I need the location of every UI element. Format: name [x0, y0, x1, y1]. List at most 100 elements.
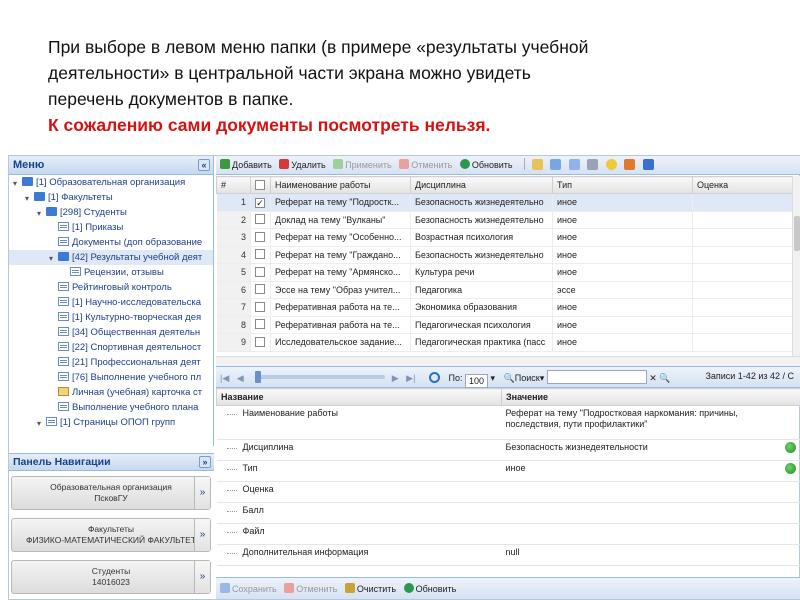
menu-tree-item[interactable]: [1] Научно-исследовательска: [9, 295, 213, 310]
grid-column-header[interactable]: Тип: [552, 176, 693, 194]
page-size-input[interactable]: 100: [464, 374, 488, 388]
select-all-checkbox[interactable]: [255, 179, 265, 190]
nav-arrow-icon[interactable]: »: [194, 519, 210, 551]
menu-tree-item[interactable]: ▾ [1] Образовательная организация: [9, 175, 213, 190]
next-page-icon[interactable]: ▶: [392, 373, 399, 384]
property-row[interactable]: Тип иное: [216, 460, 800, 482]
grid-vertical-scrollbar[interactable]: [792, 176, 800, 356]
grid-column-header[interactable]: Оценка: [692, 176, 793, 194]
apply-button[interactable]: Применить: [333, 159, 392, 170]
expand-toggle-icon[interactable]: [49, 297, 57, 306]
clear-button[interactable]: Очистить: [344, 583, 396, 594]
row-checkbox[interactable]: [255, 214, 265, 225]
menu-tree-item[interactable]: ▾ [1] Страницы ОПОП групп: [9, 415, 213, 430]
table-row[interactable]: 4 Реферат на тему "Граждано... Безопасност…: [216, 246, 793, 264]
last-page-icon[interactable]: ▶|: [406, 373, 415, 384]
expand-toggle-icon[interactable]: ▾: [37, 206, 45, 218]
expand-toggle-icon[interactable]: ▾: [49, 251, 57, 263]
bottom-cancel-button[interactable]: Отменить: [284, 583, 337, 594]
menu-tree-item[interactable]: Личная (учебная) карточка ст: [9, 385, 213, 400]
nav-arrow-icon[interactable]: »: [194, 561, 210, 593]
property-value[interactable]: иное: [501, 460, 781, 482]
lightbulb-icon[interactable]: [605, 159, 617, 170]
menu-tree-item[interactable]: ▾ [1] Факультеты: [9, 190, 213, 205]
save-button[interactable]: Сохранить: [220, 583, 277, 594]
grid-column-header[interactable]: Дисциплина: [410, 176, 553, 194]
menu-tree-item[interactable]: Выполнение учебного плана: [9, 400, 213, 415]
expand-toggle-icon[interactable]: [49, 237, 57, 246]
menu-tree-item[interactable]: Документы (доп образование: [9, 235, 213, 250]
menu-tree-item[interactable]: Рейтинговый контроль: [9, 280, 213, 295]
props-value-header[interactable]: Значение: [501, 388, 800, 406]
property-row[interactable]: Оценка: [216, 481, 800, 503]
grid-column-header[interactable]: Наименование работы: [270, 176, 411, 194]
expand-toggle-icon[interactable]: [61, 267, 69, 276]
nav-button[interactable]: Факультеты ФИЗИКО-МАТЕМАТИЧЕСКИЙ ФАКУЛЬТЕ…: [11, 518, 211, 552]
folder-open-icon[interactable]: [531, 159, 543, 170]
row-checkbox[interactable]: ✓: [255, 197, 265, 208]
expand-toggle-icon[interactable]: ▾: [13, 176, 21, 188]
property-value[interactable]: [501, 481, 781, 503]
tag-icon[interactable]: [624, 159, 636, 170]
property-row[interactable]: Дисциплина Безопасность жизнедеятельности: [216, 439, 800, 461]
table-row[interactable]: 3 Реферат на тему "Особенно... Возрастная …: [216, 228, 793, 247]
menu-tree-item[interactable]: ▾ [42] Результаты учебной деят: [9, 250, 213, 265]
page-size-dropdown-icon[interactable]: ▾: [491, 373, 496, 383]
edit-action-icon[interactable]: [785, 442, 796, 453]
property-value[interactable]: [501, 502, 781, 524]
grid-horizontal-scrollbar[interactable]: [216, 356, 800, 366]
chart-icon[interactable]: [642, 159, 654, 170]
table-row[interactable]: 9 Исследовательское задание... Педагогичес…: [216, 333, 793, 352]
search-clear-icon[interactable]: ✕: [649, 373, 657, 383]
cancel-button[interactable]: Отменить: [399, 159, 452, 170]
table-row[interactable]: 1 ✓ Реферат на тему "Подростк... Безопаснос…: [216, 193, 793, 212]
collapse-icon[interactable]: «: [198, 159, 210, 171]
expand-toggle-icon[interactable]: ▾: [25, 191, 33, 203]
add-button[interactable]: Добавить: [220, 159, 272, 170]
expand-toggle-icon[interactable]: [49, 312, 57, 321]
table-row[interactable]: 7 Реферативная работа на те... Экономика о…: [216, 298, 793, 317]
menu-tree-item[interactable]: [1] Приказы: [9, 220, 213, 235]
nav-arrow-icon[interactable]: »: [194, 477, 210, 509]
expand-toggle-icon[interactable]: [49, 282, 57, 291]
edit-icon[interactable]: [550, 159, 562, 170]
bottom-refresh-button[interactable]: Обновить: [403, 583, 456, 594]
search-input[interactable]: [546, 370, 647, 384]
page-slider[interactable]: [255, 371, 386, 383]
print-icon[interactable]: [587, 159, 599, 170]
delete-button[interactable]: Удалить: [279, 159, 326, 170]
expand-toggle-icon[interactable]: [49, 372, 57, 381]
expand-toggle-icon[interactable]: ▾: [37, 416, 45, 428]
edit-action-icon[interactable]: [785, 463, 796, 474]
expand-toggle-icon[interactable]: [49, 327, 57, 336]
expand-icon[interactable]: »: [199, 456, 211, 468]
expand-toggle-icon[interactable]: [49, 357, 57, 366]
expand-toggle-icon[interactable]: [49, 342, 57, 351]
menu-tree-item[interactable]: [34] Общественная деятельн: [9, 325, 213, 340]
row-checkbox[interactable]: [255, 231, 265, 242]
search-button[interactable]: 🔍Поиск▾: [504, 373, 545, 383]
row-checkbox[interactable]: [255, 301, 265, 312]
row-checkbox[interactable]: [255, 284, 265, 295]
property-value[interactable]: [501, 523, 781, 545]
search-go-icon[interactable]: 🔍: [659, 373, 670, 383]
grid-column-header[interactable]: [250, 176, 271, 194]
table-row[interactable]: 8 Реферативная работа на те... Педагогичес…: [216, 316, 793, 334]
row-checkbox[interactable]: [255, 336, 265, 347]
expand-toggle-icon[interactable]: [49, 387, 57, 396]
menu-tree-item[interactable]: Рецензии, отзывы: [9, 265, 213, 280]
row-checkbox[interactable]: [255, 319, 265, 330]
property-row[interactable]: Файл: [216, 523, 800, 545]
table-icon[interactable]: [568, 159, 580, 170]
property-row[interactable]: Дополнительная информация null: [216, 544, 800, 566]
pager-refresh-icon[interactable]: [428, 372, 440, 383]
property-value[interactable]: Безопасность жизнедеятельности: [501, 439, 781, 461]
nav-button[interactable]: Образовательная организация ПсковГУ »: [11, 476, 211, 510]
props-name-header[interactable]: Название: [216, 388, 502, 406]
page-slider-knob[interactable]: [255, 371, 262, 383]
menu-tree-item[interactable]: [22] Спортивная деятельност: [9, 340, 213, 355]
table-row[interactable]: 5 Реферат на тему "Армянско... Культура ре…: [216, 263, 793, 282]
refresh-button[interactable]: Обновить: [459, 159, 513, 170]
row-checkbox[interactable]: [255, 266, 265, 277]
property-value[interactable]: null: [501, 544, 781, 566]
